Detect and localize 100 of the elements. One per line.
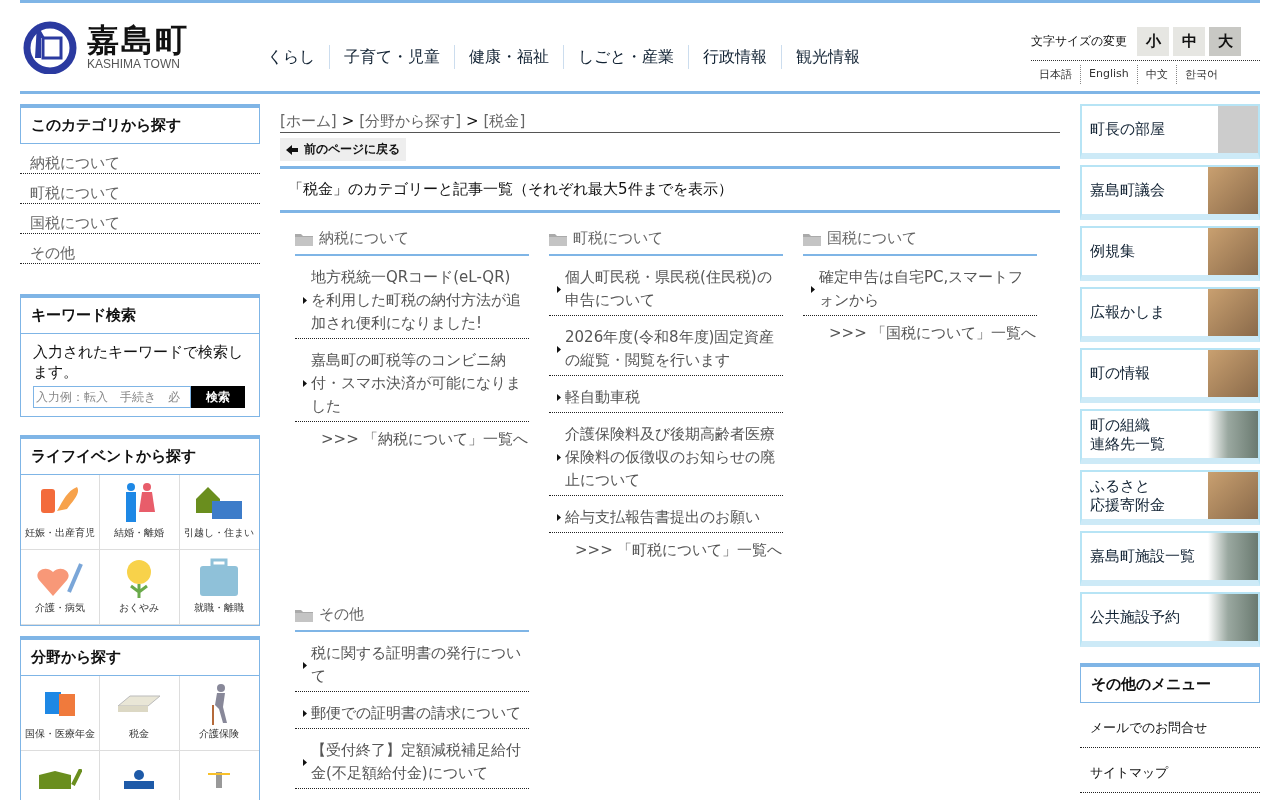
banner-link[interactable]: ふるさと 応援寄附金: [1080, 470, 1260, 525]
more-link[interactable]: >>> 「納税について」一覧へ: [295, 422, 529, 449]
field-link[interactable]: 介護保険: [179, 676, 259, 751]
article-link[interactable]: 給与支払報告書提出のお願い: [549, 496, 783, 533]
nav-link[interactable]: しごと・産業: [563, 45, 688, 69]
photo-placeholder: [1208, 533, 1258, 580]
more-link[interactable]: >>> 「国税について」一覧へ: [803, 316, 1037, 343]
banner-link[interactable]: 公共施設予約: [1080, 592, 1260, 647]
category-link[interactable]: 町税について: [20, 174, 260, 204]
elderly-person-icon: [209, 682, 230, 726]
font-size-button[interactable]: 小: [1137, 26, 1169, 56]
photo-placeholder: [1208, 472, 1258, 519]
folder-icon: [549, 231, 567, 246]
nav-link[interactable]: 健康・福祉: [454, 45, 563, 69]
life-event-link[interactable]: 妊娠・出産育児: [21, 475, 101, 550]
person-desk-icon: [124, 769, 155, 789]
triangle-bullet-icon: [303, 380, 307, 387]
font-size-button[interactable]: 中: [1173, 26, 1205, 56]
field-link[interactable]: 税金: [100, 676, 180, 751]
breadcrumb-separator: >: [341, 112, 355, 131]
article-link[interactable]: 【受付終了】定額減税補足給付金(不足額給付金)について: [295, 729, 529, 789]
font-size-label: 文字サイズの変更: [1031, 32, 1127, 50]
triangle-bullet-icon: [557, 345, 561, 353]
banner-link[interactable]: 町の情報: [1080, 348, 1260, 403]
category-link[interactable]: 国税について: [20, 204, 260, 234]
language-link[interactable]: 日本語: [1031, 64, 1080, 84]
banner-text: 町の情報: [1089, 364, 1150, 383]
back-button[interactable]: 前のページに戻る: [280, 138, 406, 161]
photo-placeholder: [1208, 594, 1258, 641]
menu-link[interactable]: サイトマップ: [1080, 748, 1260, 793]
menu-link[interactable]: メールでのお問合せ: [1080, 703, 1260, 748]
more-link[interactable]: >>> 「町税について」一覧へ: [549, 533, 783, 560]
triangle-bullet-icon: [303, 710, 307, 717]
nav-link[interactable]: 行政情報: [688, 45, 781, 69]
article-link[interactable]: 個人町民税・県民税(住民税)の申告について: [549, 256, 783, 316]
triangle-bullet-icon: [303, 297, 307, 304]
field-link[interactable]: 国保・医療年金: [21, 676, 101, 751]
article-link[interactable]: 2026年度(令和8年度)固定資産の縦覧・閲覧を行います: [549, 316, 783, 376]
banner-link[interactable]: 嘉島町議会: [1080, 165, 1260, 220]
article-link[interactable]: 税に関する証明書の発行について: [295, 632, 529, 692]
triangle-bullet-icon: [557, 454, 561, 461]
banner-text: 広報かしま: [1089, 303, 1165, 322]
life-event-link[interactable]: 引越し・住まい: [179, 475, 259, 550]
triangle-bullet-icon: [303, 661, 307, 669]
banner-link[interactable]: 例規集: [1080, 226, 1260, 281]
nav-link[interactable]: 子育て・児童: [329, 45, 454, 69]
triangle-bullet-icon: [557, 285, 561, 293]
nav-link[interactable]: くらし: [253, 45, 329, 69]
banner-text: 連絡先一覧: [1090, 434, 1165, 454]
language-link[interactable]: 한국어: [1175, 64, 1226, 84]
life-event-link[interactable]: 介護・病気: [21, 550, 101, 625]
banner-text: 町の組織: [1090, 415, 1151, 435]
section-title-text: 町税について: [573, 229, 663, 248]
section-title-text: 納税について: [319, 229, 409, 248]
nav-link[interactable]: 観光情報: [781, 45, 874, 69]
banner-text: 公共施設予約: [1089, 608, 1180, 627]
breadcrumb-link[interactable]: [税金]: [483, 112, 526, 131]
category-link[interactable]: 納税について: [20, 144, 260, 174]
banner-link[interactable]: 町の組織 連絡先一覧: [1080, 409, 1260, 464]
site-subtitle: KASHIMA TOWN: [87, 57, 181, 71]
article-link[interactable]: 郵便での証明書の請求について: [295, 692, 529, 729]
article-link[interactable]: 地方税統一QRコード(eL-QR)を利用した町税の納付方法が追加され便利になりました!: [295, 256, 529, 339]
category-link[interactable]: その他: [20, 234, 260, 264]
photo-placeholder: [1208, 411, 1258, 458]
font-size-button[interactable]: 大: [1209, 26, 1241, 56]
banner-text: 嘉島町施設一覧: [1089, 547, 1195, 566]
search-button[interactable]: 検索: [191, 386, 245, 408]
banner-link[interactable]: 嘉島町施設一覧: [1080, 531, 1260, 586]
article-link[interactable]: 確定申告は自宅PC,スマートフォンから: [803, 256, 1037, 316]
triangle-bullet-icon: [303, 758, 307, 766]
notebooks-icon: [45, 692, 76, 716]
life-event-link[interactable]: 結婚・離婚: [100, 475, 180, 550]
photo-placeholder: [1208, 228, 1258, 275]
article-link[interactable]: 介護保険料及び後期高齢者医療保険料の仮徴収のお知らせの廃止について: [549, 413, 783, 496]
breadcrumb-link[interactable]: [ホーム]: [280, 112, 337, 131]
site-title: 嘉島町: [87, 23, 189, 57]
life-event-link[interactable]: 就職・離職: [179, 550, 259, 625]
search-field[interactable]: 入力例：転入 手続き 必: [33, 386, 191, 408]
article-link[interactable]: 嘉島町の町税等のコンビニ納付・スマホ決済が可能になりました: [295, 339, 529, 422]
panel-title: このカテゴリから探す: [20, 104, 260, 144]
section-title-text: その他: [319, 605, 364, 624]
banner-text: 応援寄附金: [1090, 495, 1165, 515]
breadcrumb-link[interactable]: [分野から探す]: [359, 112, 461, 131]
banner-link[interactable]: 広報かしま: [1080, 287, 1260, 342]
banner-link[interactable]: 町長の部屋: [1080, 104, 1260, 159]
photo-placeholder: [1218, 106, 1258, 153]
panel-title: その他のメニュー: [1080, 663, 1260, 703]
banner-text: 町長の部屋: [1089, 120, 1165, 139]
language-link[interactable]: 中文: [1136, 64, 1176, 84]
panel-title: 分野から探す: [20, 636, 260, 676]
book-pencil-icon: [38, 769, 82, 789]
left-arrow-icon: [286, 144, 298, 155]
town-emblem-icon: [23, 20, 77, 74]
language-link[interactable]: English: [1080, 64, 1137, 84]
banner-text: 例規集: [1089, 242, 1135, 261]
life-event-link[interactable]: おくやみ: [100, 550, 180, 625]
search-description: 入力されたキーワードで検索します。: [32, 342, 244, 383]
page-heading: 「税金」のカテゴリーと記事一覧（それぞれ最大5件までを表示）: [280, 166, 1060, 213]
panel-title: ライフイベントから探す: [20, 435, 260, 475]
article-link[interactable]: 軽自動車税: [549, 376, 783, 413]
